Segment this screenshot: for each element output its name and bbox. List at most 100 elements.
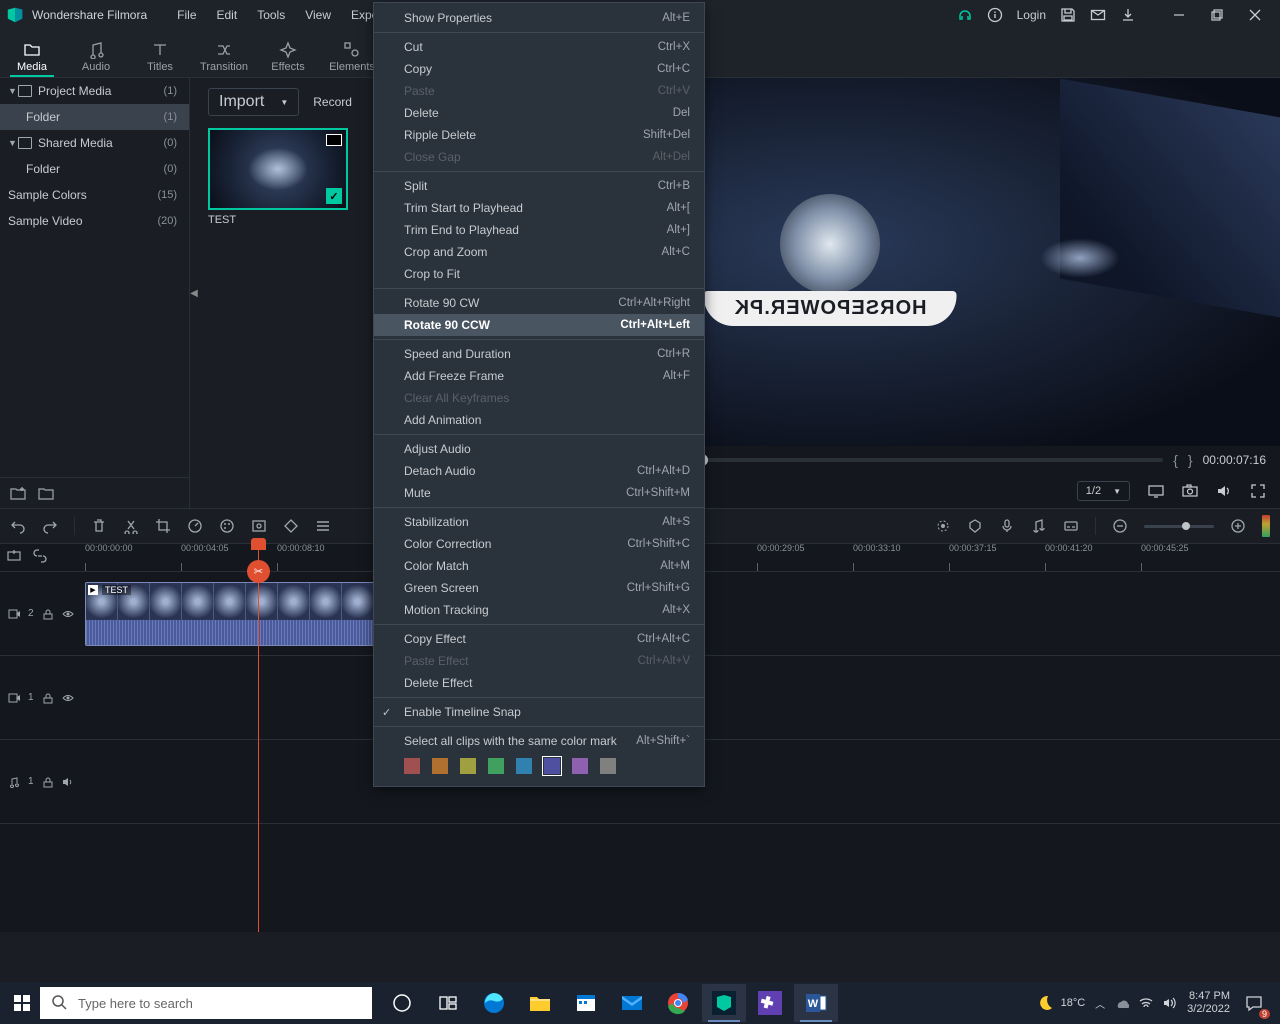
lock-icon[interactable] (42, 776, 54, 788)
context-menu-item[interactable]: CopyCtrl+C (374, 58, 704, 80)
snapshot-icon[interactable] (1182, 483, 1198, 499)
context-menu-item[interactable]: MuteCtrl+Shift+M (374, 482, 704, 504)
zoom-slider[interactable] (1144, 525, 1214, 528)
context-menu-item[interactable]: Color MatchAlt+M (374, 555, 704, 577)
context-menu-item[interactable]: DeleteDel (374, 102, 704, 124)
context-menu-item[interactable]: Copy EffectCtrl+Alt+C (374, 628, 704, 650)
track-header[interactable]: 2 (0, 572, 85, 655)
context-menu-item[interactable]: Crop and ZoomAlt+C (374, 241, 704, 263)
color-swatch[interactable] (516, 758, 532, 774)
start-button[interactable] (4, 985, 40, 1021)
cortana-icon[interactable] (380, 984, 424, 1022)
voiceover-icon[interactable] (999, 518, 1015, 534)
zoom-in-icon[interactable] (1230, 518, 1246, 534)
eye-icon[interactable] (62, 608, 74, 620)
folder-icon[interactable] (38, 486, 54, 500)
color-swatch[interactable] (544, 758, 560, 774)
task-view-icon[interactable] (426, 984, 470, 1022)
info-icon[interactable] (987, 7, 1003, 23)
scissors-icon[interactable]: ✂ (247, 560, 270, 583)
context-menu-item[interactable]: Trim Start to PlayheadAlt+[ (374, 197, 704, 219)
context-menu-item[interactable]: Detach AudioCtrl+Alt+D (374, 460, 704, 482)
more-menu-icon[interactable] (315, 518, 331, 534)
headset-icon[interactable] (957, 7, 973, 23)
speaker-icon[interactable] (62, 776, 74, 788)
fullscreen-icon[interactable] (1250, 483, 1266, 499)
context-menu-item[interactable]: CutCtrl+X (374, 36, 704, 58)
sidebar-project-media[interactable]: ▼ Project Media (1) (0, 78, 189, 104)
context-menu-item[interactable]: StabilizationAlt+S (374, 511, 704, 533)
context-menu-item[interactable]: Color CorrectionCtrl+Shift+C (374, 533, 704, 555)
import-dropdown[interactable]: Import ▼ (208, 88, 299, 116)
sound-icon[interactable] (1163, 996, 1177, 1010)
context-menu-item[interactable]: SplitCtrl+B (374, 175, 704, 197)
wifi-icon[interactable] (1139, 996, 1153, 1010)
chrome-app[interactable] (656, 984, 700, 1022)
context-menu-item[interactable]: Motion TrackingAlt+X (374, 599, 704, 621)
filmora-app[interactable] (702, 984, 746, 1022)
color-swatch[interactable] (460, 758, 476, 774)
color-icon[interactable] (219, 518, 235, 534)
clock[interactable]: 8:47 PM 3/2/2022 (1187, 990, 1230, 1016)
new-folder-icon[interactable] (10, 486, 26, 500)
color-swatch[interactable] (432, 758, 448, 774)
playhead[interactable]: ✂ (258, 544, 259, 932)
download-icon[interactable] (1120, 7, 1136, 23)
link-icon[interactable] (32, 548, 48, 564)
color-swatch[interactable] (572, 758, 588, 774)
edge-app[interactable] (472, 984, 516, 1022)
menu-edit[interactable]: Edit (207, 2, 248, 28)
lock-icon[interactable] (42, 692, 54, 704)
sidebar-shared-media[interactable]: ▼ Shared Media (0) (0, 130, 189, 156)
zoom-out-icon[interactable] (1112, 518, 1128, 534)
menu-file[interactable]: File (167, 2, 206, 28)
audio-mixer-icon[interactable] (1031, 518, 1047, 534)
keyframe-icon[interactable] (283, 518, 299, 534)
calendar-app[interactable] (564, 984, 608, 1022)
context-menu-item[interactable]: Green ScreenCtrl+Shift+G (374, 577, 704, 599)
tray-chevron-icon[interactable]: ︿ (1095, 996, 1105, 1011)
taskbar-search[interactable]: Type here to search (40, 987, 372, 1019)
maximize-button[interactable] (1198, 0, 1236, 30)
track-header[interactable]: 1 (0, 740, 85, 823)
track-add-icon[interactable] (6, 548, 22, 564)
tab-transition[interactable]: Transition (192, 41, 256, 77)
minimize-button[interactable] (1160, 0, 1198, 30)
context-menu-item[interactable]: Delete Effect (374, 672, 704, 694)
context-menu-item[interactable]: Rotate 90 CCWCtrl+Alt+Left (374, 314, 704, 336)
eye-icon[interactable] (62, 692, 74, 704)
tab-audio[interactable]: Audio (64, 41, 128, 77)
context-menu-item[interactable]: Add Freeze FrameAlt+F (374, 365, 704, 387)
menu-tools[interactable]: Tools (247, 2, 295, 28)
color-swatch[interactable] (404, 758, 420, 774)
explorer-app[interactable] (518, 984, 562, 1022)
context-menu-item[interactable]: Trim End to PlayheadAlt+] (374, 219, 704, 241)
mail-app[interactable] (610, 984, 654, 1022)
filmora-alt-app[interactable] (748, 984, 792, 1022)
tab-media[interactable]: Media (0, 41, 64, 77)
context-menu-item[interactable]: Adjust Audio (374, 438, 704, 460)
color-swatch[interactable] (600, 758, 616, 774)
delete-icon[interactable] (91, 518, 107, 534)
context-menu-item[interactable]: Select all clips with the same color mar… (374, 730, 704, 752)
context-menu-item[interactable]: Add Animation (374, 409, 704, 431)
context-menu-item[interactable]: Ripple DeleteShift+Del (374, 124, 704, 146)
sidebar-folder-1[interactable]: Folder (1) (0, 104, 189, 130)
tab-effects[interactable]: Effects (256, 41, 320, 77)
sidebar-folder-2[interactable]: Folder (0) (0, 156, 189, 182)
notifications-icon[interactable]: 9 (1240, 989, 1268, 1017)
sidebar-collapse-handle[interactable]: ◀ (190, 78, 198, 508)
save-icon[interactable] (1060, 7, 1076, 23)
record-button[interactable]: Record (313, 88, 352, 116)
context-menu-item[interactable]: Speed and DurationCtrl+R (374, 343, 704, 365)
split-icon[interactable] (123, 518, 139, 534)
marker-icon[interactable] (967, 518, 983, 534)
menu-view[interactable]: View (295, 2, 341, 28)
close-button[interactable] (1236, 0, 1274, 30)
onedrive-icon[interactable] (1115, 996, 1129, 1010)
crop-icon[interactable] (155, 518, 171, 534)
media-thumbnail[interactable]: ✓ (208, 128, 348, 210)
word-app[interactable]: W (794, 984, 838, 1022)
display-icon[interactable] (1148, 483, 1164, 499)
mail-icon[interactable] (1090, 7, 1106, 23)
